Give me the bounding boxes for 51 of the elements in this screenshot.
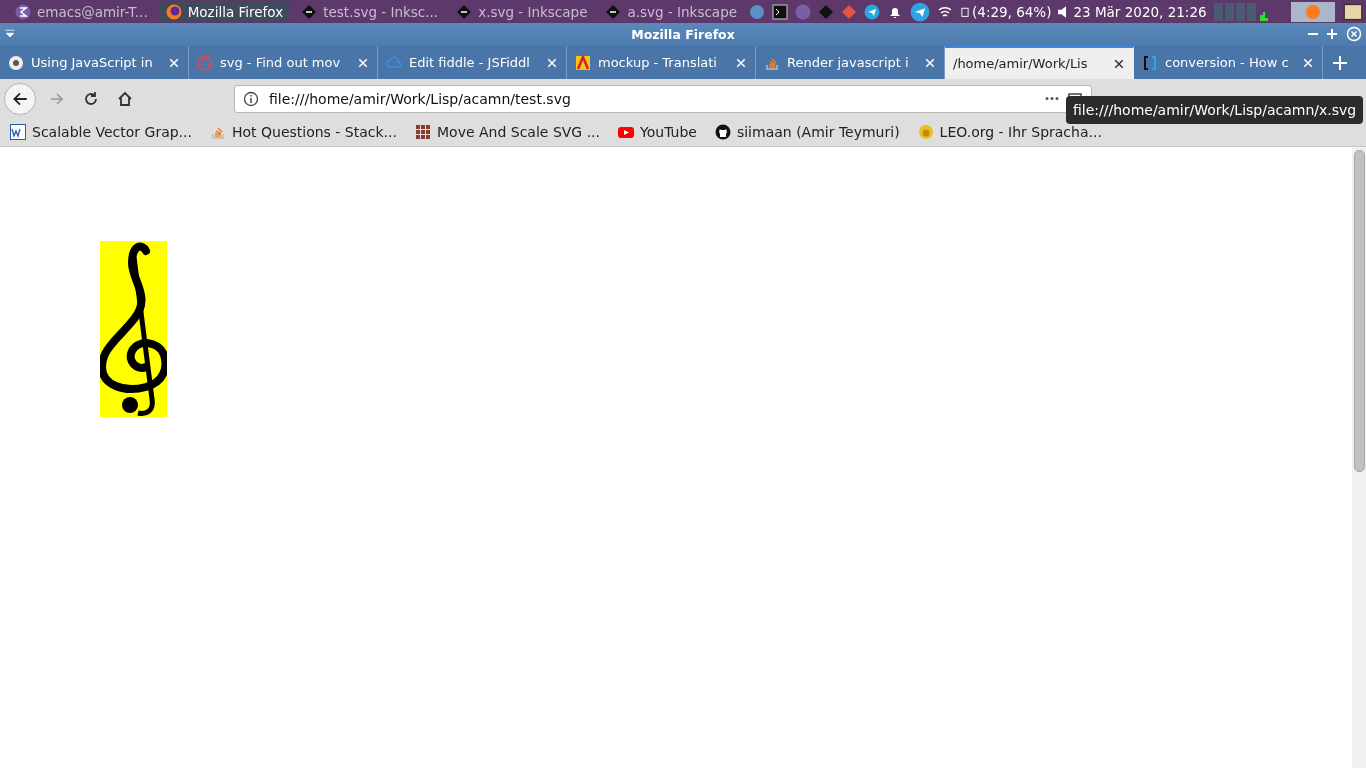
terminal-icon: [772, 3, 789, 20]
firefox-icon: [1290, 1, 1335, 22]
close-icon: [168, 56, 180, 69]
window-icon: [1341, 1, 1364, 22]
cloud-icon: [386, 54, 402, 71]
flag-icon: [575, 54, 591, 71]
stack-icon: [209, 124, 226, 140]
telegram-icon: [864, 3, 881, 20]
clock: 23 Mär 2020, 21:26: [1073, 3, 1207, 20]
scrollbar[interactable]: [1352, 147, 1366, 768]
close-icon: [1346, 26, 1362, 42]
bookmark-link[interactable]: YouTube: [618, 124, 697, 140]
close-icon: [735, 56, 747, 69]
grid-icon: [415, 124, 431, 140]
taskbar-item[interactable]: test.svg - Inksc...: [295, 1, 445, 22]
close-icon: [357, 56, 369, 69]
close-icon: [1302, 56, 1314, 69]
firefox-icon: [165, 3, 182, 20]
telegram-icon: [910, 1, 931, 22]
tooltip: file:///home/amir/Work/Lisp/acamn/x.svg: [1066, 96, 1364, 124]
bookmark-link[interactable]: Scalable Vector Grap...: [10, 124, 192, 140]
close-icon: [924, 56, 936, 69]
browser-tab[interactable]: /home/amir/Work/Lis: [945, 46, 1134, 79]
minimize-icon: [1308, 33, 1318, 35]
bookmark-link[interactable]: LEO.org - Ihr Spracha...: [917, 124, 1102, 140]
back-button[interactable]: [4, 82, 36, 115]
github-icon: [714, 124, 731, 140]
close-icon: [1113, 57, 1125, 70]
home-icon: [117, 90, 133, 107]
bookmark-link[interactable]: Hot Questions - Stack...: [209, 124, 397, 140]
maximize-icon: [1324, 26, 1340, 42]
window-title: Mozilla Firefox: [631, 27, 735, 42]
reload-icon: [83, 90, 99, 107]
battery-status: (4:29, 64%): [972, 3, 1052, 20]
taskbar-item[interactable]: emacs@amir-T...: [9, 1, 154, 22]
taskbar-item[interactable]: x.svg - Inkscape: [450, 1, 594, 22]
plus-icon: [1332, 54, 1348, 71]
taskbar-item[interactable]: Mozilla Firefox: [159, 1, 290, 22]
bookmark-link[interactable]: Move And Scale SVG ...: [415, 124, 600, 140]
info-icon: [243, 90, 259, 107]
more-icon: [1045, 97, 1059, 100]
taskbar-item[interactable]: a.svg - Inkscape: [599, 1, 744, 22]
bookmark-link[interactable]: siimaan (Amir Teymuri): [714, 124, 900, 140]
speaker-icon: [1058, 5, 1067, 18]
menu-icon: [4, 28, 16, 40]
address-field[interactable]: file:///home/amir/Work/Lisp/acamn/test.svg: [267, 89, 1037, 108]
w3c-icon: [10, 124, 26, 140]
close-icon: [546, 56, 558, 69]
youtube-icon: [618, 124, 634, 140]
forward-arrow-icon: [49, 90, 65, 107]
bracket-icon: [1142, 54, 1158, 71]
